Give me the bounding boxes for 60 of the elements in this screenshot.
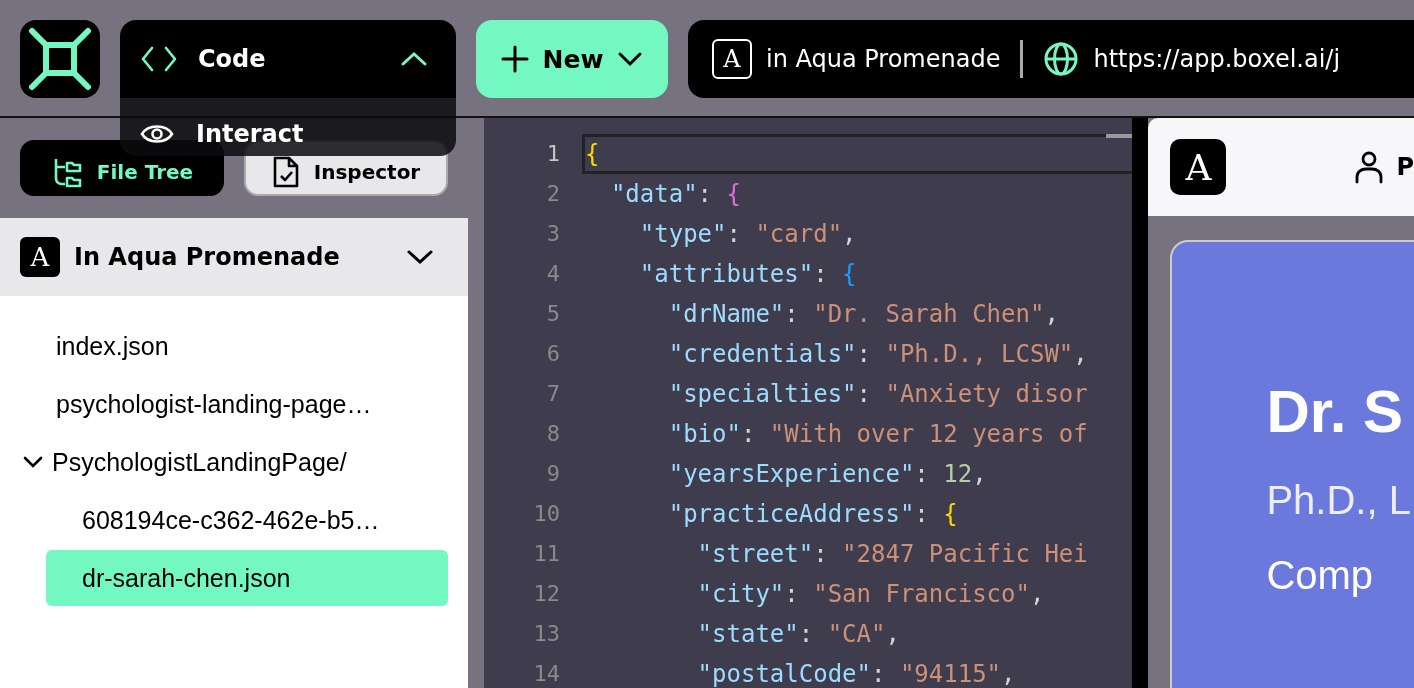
file-item[interactable]: psychologist-landing-page… [46, 376, 448, 432]
code-line: "yearsExperience": 12, [667, 460, 987, 488]
plus-icon [500, 45, 529, 73]
globe-icon [1043, 41, 1080, 77]
line-number: 14 [533, 660, 560, 688]
code-line: "postalCode": "94115", [696, 660, 1016, 688]
realm-header[interactable]: A In Aqua Promenade [0, 218, 468, 296]
header-label: P [1396, 153, 1414, 181]
line-number: 7 [546, 380, 560, 408]
file-item[interactable]: dr-sarah-chen.json [46, 550, 448, 606]
code-line: "bio": "With over 12 years of [667, 420, 1088, 448]
line-number: 6 [546, 340, 560, 368]
realm-logo-icon: A [712, 39, 752, 79]
credentials-text: Ph.D., L [1266, 478, 1411, 523]
code-line: { [585, 140, 600, 168]
app-logo-icon[interactable] [20, 20, 100, 98]
eye-icon [140, 122, 174, 146]
code-line: "specialties": "Anxiety disor [667, 380, 1088, 408]
code-editor[interactable] [484, 118, 1149, 688]
address-bar[interactable]: A in Aqua Promenade https://app.boxel.ai/j [688, 20, 1414, 98]
line-number: 5 [546, 300, 560, 328]
doctor-name: Dr. S [1266, 382, 1404, 442]
chevron-icon [22, 455, 44, 469]
line-number: 11 [533, 540, 560, 568]
line-number: 1 [546, 140, 560, 168]
chevron-icon [406, 249, 434, 265]
url-text: https://app.boxel.ai/j [1093, 45, 1341, 73]
code-line: "attributes": { [638, 260, 857, 288]
folder-item[interactable]: PsychologistLandingPage/ [22, 434, 448, 490]
code-line: "city": "San Francisco", [696, 580, 1045, 608]
line-number: 13 [533, 620, 560, 648]
line-number: 9 [546, 460, 560, 488]
code-line: "practiceAddress": { [667, 500, 958, 528]
file-item[interactable]: 608194ce-c362-462e-b5… [46, 492, 448, 548]
mode-label: Code [198, 45, 267, 73]
line-number: 4 [546, 260, 560, 288]
code-line: "data": { [609, 180, 741, 208]
line-number: 8 [546, 420, 560, 448]
mode-dropdown[interactable]: Code [120, 20, 456, 98]
line-number: 2 [546, 180, 560, 208]
file-item[interactable]: index.json [46, 318, 448, 374]
code-line: "drName": "Dr. Sarah Chen", [667, 300, 1059, 328]
code-line: "street": "2847 Pacific Hei [696, 540, 1088, 568]
code-line: "type": "card", [638, 220, 857, 248]
realm-title: In Aqua Promenade [74, 243, 341, 271]
code-line: "state": "CA", [696, 620, 900, 648]
realm-logo-icon: A [20, 237, 60, 277]
document-check-icon [271, 154, 300, 189]
line-number: 3 [546, 220, 560, 248]
realm-logo-icon: A [1170, 139, 1227, 195]
code-line: "credentials": "Ph.D., LCSW", [667, 340, 1088, 368]
code-icon [140, 45, 178, 73]
chevron-icon [400, 51, 428, 67]
line-number: 12 [533, 580, 560, 608]
chevron-icon [617, 51, 644, 67]
person-icon [1354, 150, 1385, 184]
new-button[interactable]: New [476, 20, 668, 98]
tagline-text: Comp [1266, 553, 1374, 598]
realm-name: in Aqua Promenade [766, 45, 1001, 73]
line-number: 10 [533, 500, 560, 528]
